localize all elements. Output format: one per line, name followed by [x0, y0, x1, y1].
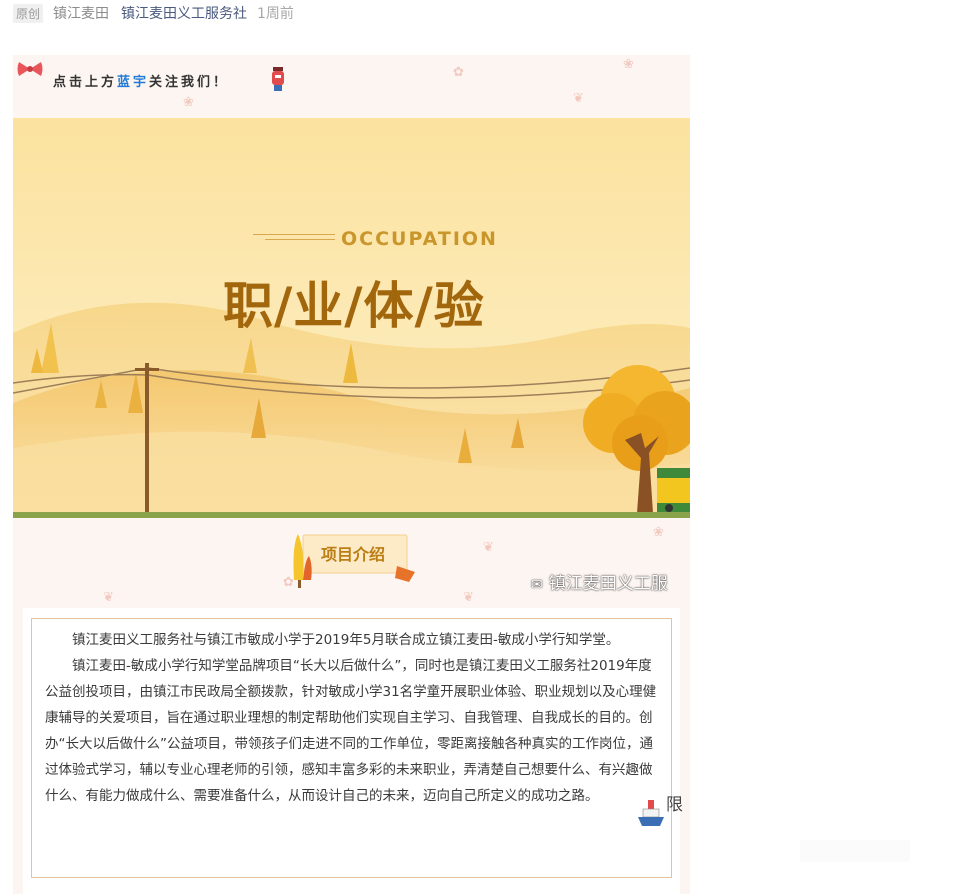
- follow-text: 点击上方蓝宇关注我们！: [53, 71, 229, 90]
- bow-icon: [17, 62, 43, 76]
- banner-subtitle: OCCUPATION: [341, 228, 498, 250]
- publish-time: 1周前: [257, 6, 294, 22]
- petal-icon: ❦: [103, 590, 114, 605]
- watermark-text: 镇江麦田义工服: [548, 574, 668, 594]
- follow-prompt: 点击上方蓝宇关注我们！: [13, 55, 690, 118]
- boat-icon: [638, 800, 664, 826]
- original-badge: 原创: [13, 3, 44, 23]
- subtitle-rule: [253, 234, 335, 235]
- petal-icon: ❦: [463, 590, 474, 605]
- faded-bar: [800, 840, 910, 862]
- section-title: 项目介绍: [321, 545, 386, 564]
- banner-title: 职/业/体/验: [223, 277, 485, 335]
- section-header: 项目介绍: [291, 520, 426, 590]
- lantern-icon: [272, 67, 284, 91]
- intro-border: 镇江麦田义工服务社与镇江市敏成小学于2019年5月联合成立镇江麦田-敏成小学行知…: [31, 618, 672, 878]
- follow-prefix: 点击上方: [53, 75, 118, 90]
- clipped-text: 限: [666, 795, 683, 815]
- intro-paragraph: 镇江麦田-敏成小学行知学堂品牌项目“长大以后做什么”，同时也是镇江麦田义工服务社…: [45, 658, 657, 804]
- wechat-icon: ✉: [531, 577, 543, 593]
- article-meta: 原创 镇江麦田 镇江麦田义工服务社 1周前: [13, 3, 294, 23]
- article-content: ❀ ✿ ❦ ❀ ❦ ❦ ❀ ❦ ✿ 点击上方蓝宇关注我们！ OCCUPATION…: [13, 55, 690, 894]
- banner-image: OCCUPATION 职/业/体/验: [13, 118, 690, 518]
- petal-icon: ❀: [653, 525, 664, 540]
- author-name[interactable]: 镇江麦田: [53, 3, 109, 23]
- follow-suffix: 关注我们！: [149, 75, 230, 90]
- follow-highlight[interactable]: 蓝宇: [117, 75, 149, 90]
- account-link[interactable]: 镇江麦田义工服务社: [121, 3, 247, 23]
- intro-panel: 镇江麦田义工服务社与镇江市敏成小学于2019年5月联合成立镇江麦田-敏成小学行知…: [23, 608, 680, 894]
- petal-icon: ❦: [483, 540, 494, 555]
- intro-paragraph: 镇江麦田义工服务社与镇江市敏成小学于2019年5月联合成立镇江麦田-敏成小学行知…: [72, 632, 620, 648]
- account-watermark: ✉ 镇江麦田义工服: [531, 569, 668, 594]
- subtitle-rule: [265, 239, 335, 240]
